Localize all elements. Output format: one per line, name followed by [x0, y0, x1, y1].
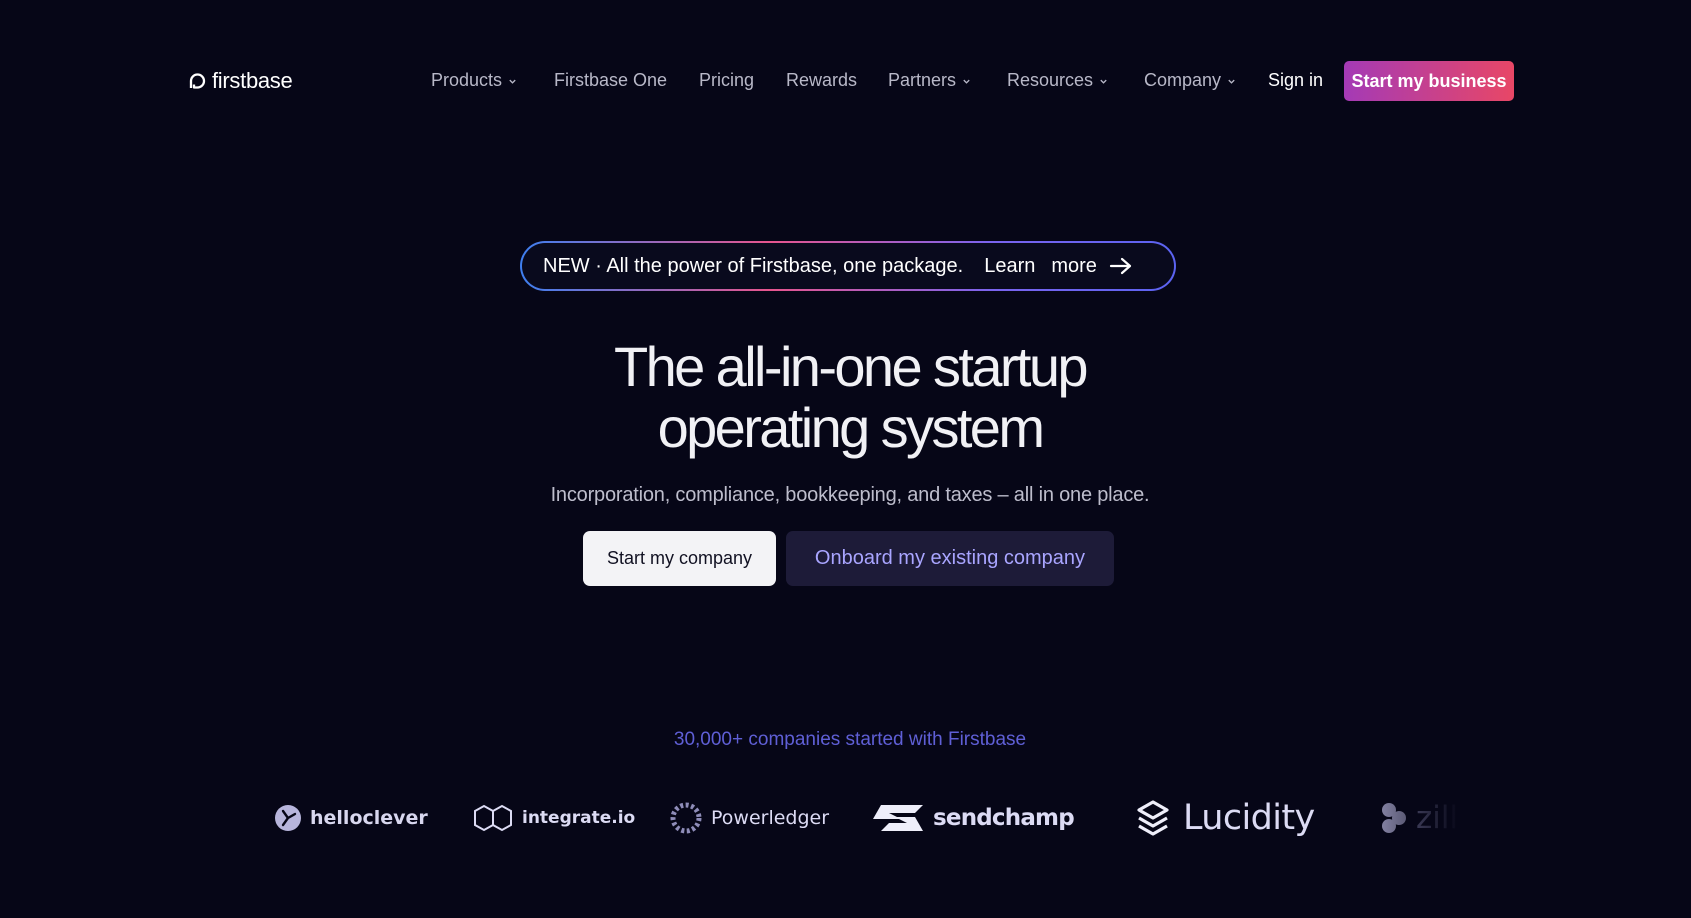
integrate-io-logo-icon [474, 804, 512, 832]
social-proof-text: 30,000+ companies started with Firstbase [673, 729, 1027, 750]
hero-subtitle: Incorporation, compliance, bookkeeping, … [550, 484, 1150, 506]
nav-item-label: Firstbase One [554, 70, 668, 90]
arrow-right-icon [1109, 257, 1132, 275]
brand-name: helloclever [310, 807, 428, 829]
more-text: more [1051, 254, 1097, 277]
hero-title-line-1: The all-in-one startup [614, 335, 1089, 398]
chevron-down-icon [1100, 79, 1107, 84]
nav-item-label: Partners [888, 70, 957, 90]
brand-name: sendchamp [933, 805, 1075, 831]
brand-name: Powerledger [711, 807, 830, 829]
brand-name: integrate.io [522, 808, 636, 828]
customer-logo-integrate-io: integrate.io [472, 790, 635, 846]
helloclever-logo-icon [275, 805, 301, 831]
chevron-down-icon [1228, 79, 1235, 84]
sign-in-link[interactable]: Sign in [1268, 70, 1323, 91]
announcement-pill: NEW · All the power of Firstbase, one pa… [522, 243, 1174, 289]
nav-item-pricing[interactable]: Pricing [699, 70, 754, 91]
chevron-down-icon [963, 79, 970, 84]
logos-fade-overlay [1349, 790, 1459, 846]
customer-logos-strip: helloclever integrate.io Powerledger sen… [268, 790, 1459, 846]
announcement-text: NEW · All the power of Firstbase, one pa… [543, 254, 964, 277]
nav-item-firstbase-one[interactable]: Firstbase One [554, 70, 667, 91]
firstbase-logo-icon [189, 72, 206, 89]
nav-item-label: Company [1144, 70, 1222, 90]
brand-name: Lucidity [1183, 798, 1315, 838]
announcement-banner[interactable]: NEW · All the power of Firstbase, one pa… [520, 241, 1176, 291]
powerledger-logo-icon [670, 802, 702, 834]
learn-more-link[interactable]: Learn more [984, 255, 1133, 278]
nav-item-label: Pricing [699, 70, 755, 90]
start-my-company-button[interactable]: Start my company [583, 531, 776, 586]
chevron-down-icon [509, 79, 516, 84]
customer-logo-sendchamp: sendchamp [871, 790, 1075, 846]
lucidity-logo-icon [1137, 800, 1169, 836]
firstbase-logo[interactable]: firstbase [189, 68, 293, 94]
nav-item-rewards[interactable]: Rewards [786, 70, 857, 91]
start-my-business-button[interactable]: Start my business [1344, 61, 1514, 101]
onboard-existing-company-button[interactable]: Onboard my existing company [786, 531, 1114, 586]
customer-logo-helloclever: helloclever [274, 790, 428, 846]
hero-title-line-2: operating system [657, 396, 1045, 459]
landing-page: firstbase Products Firstbase One Pricing… [0, 0, 1691, 918]
hero-title: The all-in-one startup operating system [0, 336, 1691, 458]
customer-logo-lucidity: Lucidity [1131, 790, 1315, 846]
learn-text: Learn [984, 254, 1036, 277]
nav-item-label: Products [431, 70, 503, 90]
logo-text: firstbase [212, 68, 293, 93]
nav-item-products[interactable]: Products [431, 70, 517, 91]
customer-logo-powerledger: Powerledger [669, 790, 829, 846]
nav-item-company[interactable]: Company [1144, 70, 1236, 91]
nav-item-partners[interactable]: Partners [888, 70, 971, 91]
sendchamp-logo-icon [873, 805, 923, 831]
nav-item-label: Rewards [786, 70, 858, 90]
nav-item-label: Resources [1007, 70, 1094, 90]
nav-item-resources[interactable]: Resources [1007, 70, 1108, 91]
